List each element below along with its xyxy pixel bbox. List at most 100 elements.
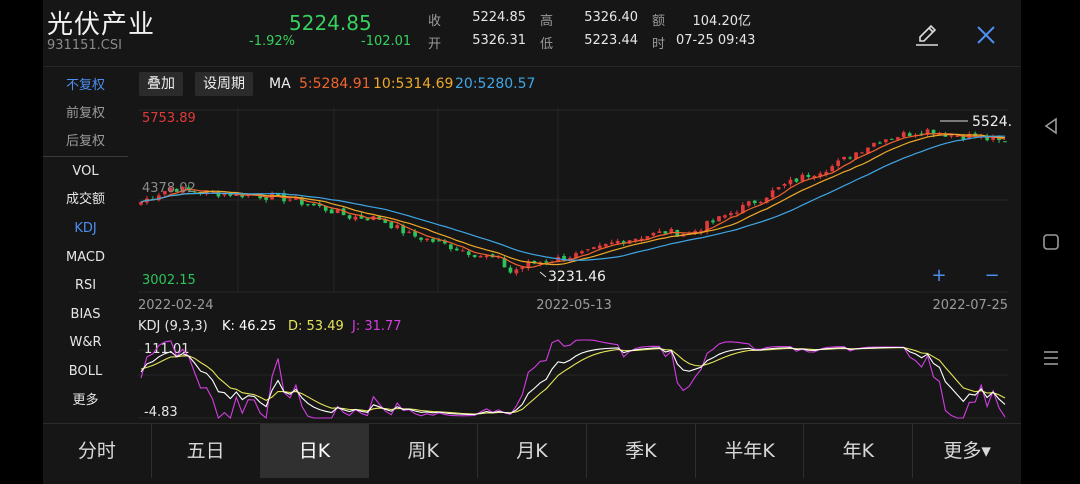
candle-body	[711, 220, 715, 223]
low-annotation: 3231.46	[548, 269, 606, 285]
candle-body	[609, 242, 614, 245]
adjust-backward[interactable]: 后复权	[43, 130, 128, 154]
candle-body	[746, 201, 751, 206]
candle-body	[448, 244, 453, 250]
adjust-forward[interactable]: 前复权	[43, 102, 128, 126]
ma-label: MA	[269, 76, 291, 92]
y-max-label: 5753.89	[142, 111, 196, 126]
index-title: 光伏产业	[47, 10, 156, 40]
candle-body	[139, 201, 143, 205]
candle-body	[878, 142, 882, 144]
tab-five-day[interactable]: 五日	[152, 424, 261, 478]
candle-body	[729, 213, 733, 216]
tab-yearly-k[interactable]: 年K	[804, 424, 914, 478]
candle-body	[883, 139, 888, 143]
candle-body	[758, 202, 763, 204]
indicator-more[interactable]: 更多	[43, 389, 128, 413]
ma10-value: 10:5314.69	[373, 76, 454, 92]
period-tabs: 分时 五日 日K 周K 月K 季K 半年K 年K 更多▾	[43, 423, 1021, 478]
open-value: 5326.31	[472, 33, 526, 48]
candle-body	[806, 174, 811, 177]
tab-intraday[interactable]: 分时	[43, 424, 152, 478]
candle-body	[305, 204, 310, 206]
ma20-value: 20:5280.57	[455, 76, 536, 92]
candle-body	[717, 216, 721, 222]
candle-body	[508, 267, 513, 273]
header-divider	[43, 66, 1021, 67]
candle-body	[889, 138, 894, 140]
candle-body	[276, 194, 280, 196]
close-icon[interactable]	[973, 22, 999, 48]
candle-body	[836, 160, 841, 166]
open-label: 开	[428, 37, 442, 52]
sidebar-divider	[43, 156, 128, 157]
low-label: 低	[540, 37, 554, 52]
indicator-kdj[interactable]: KDJ	[43, 217, 128, 241]
system-nav-bar	[1021, 0, 1080, 484]
adjust-none[interactable]: 不复权	[43, 74, 128, 98]
candle-body	[651, 232, 656, 236]
candle-body	[580, 251, 584, 254]
candle-body	[735, 212, 739, 214]
candle-body	[1003, 141, 1007, 143]
close-label: 收	[428, 14, 442, 29]
candle-body	[353, 216, 358, 220]
candle-body	[752, 200, 757, 204]
menu-icon[interactable]	[1041, 348, 1061, 372]
overlay-button[interactable]: 叠加	[139, 72, 183, 96]
indicator-bias[interactable]: BIAS	[43, 303, 128, 327]
tab-monthly-k[interactable]: 月K	[478, 424, 587, 478]
indicator-boll[interactable]: BOLL	[43, 360, 128, 384]
candle-body	[454, 248, 459, 251]
home-icon[interactable]	[1041, 232, 1061, 256]
candle-body	[407, 231, 411, 233]
candle-body	[311, 203, 316, 206]
candle-body	[782, 183, 787, 186]
candle-body	[794, 178, 799, 182]
x-label-start: 2022-02-24	[138, 298, 214, 313]
x-label-mid: 2022-05-13	[536, 298, 612, 313]
amount-label: 额	[652, 14, 666, 29]
back-icon[interactable]	[1041, 116, 1061, 140]
edit-icon[interactable]	[912, 20, 942, 50]
candle-body	[586, 249, 590, 251]
tab-halfyear-k[interactable]: 半年K	[696, 424, 805, 478]
change-percent: -1.92%	[249, 34, 295, 49]
candle-body	[389, 222, 394, 229]
candle-body	[907, 133, 912, 137]
high-value: 5326.40	[584, 10, 638, 25]
time-value: 07-25 09:43	[676, 33, 756, 48]
stock-chart-app: 光伏产业 931151.CSI 5224.85 -1.92% -102.01 收…	[43, 0, 1021, 484]
candle-body	[544, 261, 549, 263]
candle-body	[466, 251, 471, 256]
indicator-rsi[interactable]: RSI	[43, 274, 128, 298]
tab-quarterly-k[interactable]: 季K	[587, 424, 696, 478]
change-amount: -102.01	[361, 34, 412, 49]
indicator-turnover[interactable]: 成交额	[43, 188, 128, 212]
indicator-vol[interactable]: VOL	[43, 160, 128, 184]
candle-body	[848, 157, 852, 159]
candle-body	[657, 231, 662, 233]
set-period-button[interactable]: 设周期	[195, 72, 253, 96]
ma10-line	[140, 133, 1006, 266]
candle-body	[437, 240, 441, 242]
kdj-k-value: K: 46.25	[222, 319, 276, 334]
candles-group	[139, 127, 1007, 276]
candle-body	[478, 255, 483, 258]
candle-body	[484, 255, 489, 258]
chart-area[interactable]: 5753.89 4378.02 3002.15 2022-02-24 2022-05-1…	[138, 100, 1013, 422]
indicator-macd[interactable]: MACD	[43, 246, 128, 270]
candle-body	[723, 215, 727, 218]
candle-body	[770, 190, 775, 198]
y-min-label: 3002.15	[142, 273, 196, 288]
tab-more[interactable]: 更多▾	[913, 424, 1021, 478]
amount-value: 104.20亿	[692, 14, 752, 29]
candle-body	[603, 244, 608, 247]
candle-body	[830, 166, 835, 172]
candle-body	[788, 179, 793, 185]
tab-weekly-k[interactable]: 周K	[369, 424, 479, 478]
close-value: 5224.85	[472, 10, 526, 25]
indicator-wr[interactable]: W&R	[43, 331, 128, 355]
index-code: 931151.CSI	[47, 38, 122, 53]
tab-daily-k[interactable]: 日K	[260, 424, 370, 478]
